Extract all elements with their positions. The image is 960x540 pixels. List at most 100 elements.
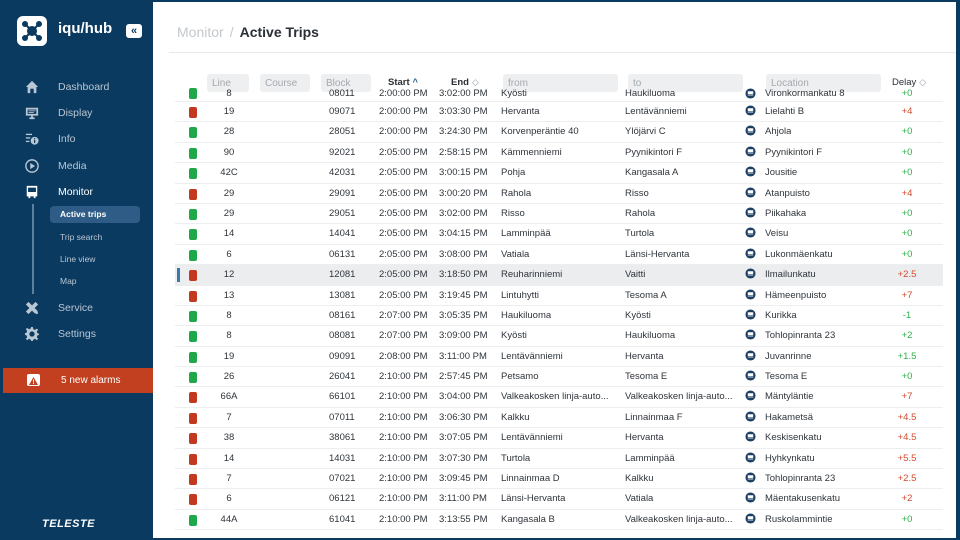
table-row[interactable]: 6 06131 2:05:00 PM 3:08:00 PM Vatiala Länsi-H… bbox=[175, 245, 943, 266]
location-cell: Hyhkynkatu bbox=[765, 452, 815, 464]
table-row[interactable]: 42C 42031 2:05:00 PM 3:00:15 PM Pohja Kangasa… bbox=[175, 163, 943, 184]
line-cell: 28 bbox=[223, 126, 235, 138]
status-indicator bbox=[189, 474, 197, 486]
table-row[interactable]: 14 14031 2:10:00 PM 3:07:30 PM Turtola Lammin… bbox=[175, 449, 943, 470]
sidebar-item-monitor[interactable]: Monitor bbox=[0, 181, 153, 203]
location-cell: Pyynikintori F bbox=[765, 146, 823, 158]
table-row[interactable]: 28 28051 2:00:00 PM 3:24:30 PM Korvenperänti… bbox=[175, 122, 943, 143]
table-row[interactable]: 19 09091 2:08:00 PM 3:11:00 PM Lentävänniemi… bbox=[175, 347, 943, 368]
from-cell: Länsi-Hervanta bbox=[501, 493, 566, 505]
location-cell: Atanpuisto bbox=[765, 187, 810, 199]
end-cell: 3:03:30 PM bbox=[439, 106, 488, 117]
status-indicator bbox=[189, 372, 197, 384]
delay-sort-header[interactable]: Delay ◇ bbox=[892, 77, 926, 88]
status-indicator bbox=[189, 351, 197, 363]
block-cell: 61041 bbox=[329, 513, 356, 525]
to-cell: Hervanta bbox=[625, 350, 664, 362]
table-row[interactable]: 13 13081 2:05:00 PM 3:19:45 PM Lintuhytti Tes… bbox=[175, 286, 943, 306]
table-row[interactable]: 8 08081 2:07:00 PM 3:09:00 PM Kyösti Haukiluo… bbox=[175, 326, 943, 347]
to-cell: Pyynikintori F bbox=[625, 146, 683, 158]
bus-stop-icon bbox=[745, 350, 756, 361]
sidebar-item-label: Settings bbox=[58, 328, 96, 340]
table-row[interactable]: 29 29091 2:05:00 PM 3:00:20 PM Rahola Risso At… bbox=[175, 184, 943, 204]
from-cell: Lentävänniemi bbox=[501, 432, 563, 444]
table-row[interactable]: 8 08011 2:00:00 PM 3:02:00 PM Kyösti Haukiluo… bbox=[175, 88, 943, 102]
to-cell: Vatiala bbox=[625, 493, 654, 505]
start-cell: 2:00:00 PM bbox=[379, 88, 428, 99]
course-filter-input[interactable] bbox=[260, 74, 310, 92]
from-cell: Vatiala bbox=[501, 248, 530, 260]
table-row[interactable]: 6 06121 2:10:00 PM 3:11:00 PM Länsi-Hervanta… bbox=[175, 489, 943, 510]
location-cell: Vironkormankatu 8 bbox=[765, 88, 845, 99]
end-cell: 3:02:00 PM bbox=[439, 207, 488, 219]
line-cell: 29 bbox=[223, 187, 235, 199]
to-cell: Valkeakosken linja-auto... bbox=[625, 513, 733, 525]
location-cell: Kurikka bbox=[765, 309, 797, 321]
end-cell: 3:02:00 PM bbox=[439, 88, 488, 99]
start-cell: 2:00:00 PM bbox=[379, 126, 428, 138]
table-row[interactable]: 7 07011 2:10:00 PM 3:06:30 PM Kalkku Linnainm… bbox=[175, 408, 943, 429]
sidebar-subitem-trip-search[interactable]: Trip search bbox=[50, 229, 140, 246]
end-cell: 3:07:30 PM bbox=[439, 452, 488, 464]
delay-cell: +4.5 bbox=[897, 411, 917, 423]
delay-cell: +0 bbox=[901, 88, 913, 99]
bus-stop-icon bbox=[745, 513, 756, 524]
block-cell: 66101 bbox=[329, 391, 356, 403]
end-sort-header[interactable]: End ◇ bbox=[451, 77, 479, 88]
table-row[interactable]: 12 12081 2:05:00 PM 3:18:50 PM Reuharinniemi… bbox=[175, 265, 943, 286]
end-cell: 3:00:20 PM bbox=[439, 187, 488, 199]
sidebar-subitem-map[interactable]: Map bbox=[50, 273, 140, 290]
sort-ascending-icon: ^ bbox=[412, 77, 418, 87]
from-cell: Petsamo bbox=[501, 371, 539, 383]
table-row[interactable]: 8 08161 2:07:00 PM 3:05:35 PM Haukiluoma Kyös… bbox=[175, 306, 943, 327]
start-cell: 2:05:00 PM bbox=[379, 269, 428, 281]
to-cell: Vaitti bbox=[625, 269, 646, 281]
sidebar-item-info[interactable]: Info bbox=[0, 128, 153, 150]
bus-stop-icon bbox=[745, 411, 756, 422]
status-indicator bbox=[189, 392, 197, 404]
table-row[interactable]: 29 29051 2:05:00 PM 3:02:00 PM Risso Rahola Pi… bbox=[175, 204, 943, 225]
table-row[interactable]: 38 38061 2:10:00 PM 3:07:05 PM Lentävänniemi… bbox=[175, 428, 943, 449]
sidebar-item-settings[interactable]: Settings bbox=[0, 323, 153, 345]
status-indicator bbox=[189, 249, 197, 261]
location-cell: Lukonmäenkatu bbox=[765, 248, 833, 260]
sidebar-subitem-line-view[interactable]: Line view bbox=[50, 251, 140, 268]
location-cell: Keskisenkatu bbox=[765, 432, 822, 444]
from-cell: Lamminpää bbox=[501, 228, 551, 240]
line-cell: 8 bbox=[226, 330, 232, 342]
start-sort-header[interactable]: Start ^ bbox=[388, 77, 418, 88]
table-row[interactable]: 7 07021 2:10:00 PM 3:09:45 PM Linnainmaa D Ka… bbox=[175, 469, 943, 490]
table-row[interactable]: 66A 66101 2:10:00 PM 3:04:00 PM Valkeakosken… bbox=[175, 387, 943, 408]
to-cell: Risso bbox=[625, 187, 649, 199]
selected-row-marker bbox=[177, 268, 180, 283]
table-row[interactable]: 44A 61041 2:10:00 PM 3:13:55 PM Kangasala B V… bbox=[175, 510, 943, 531]
logo-icon[interactable] bbox=[17, 16, 47, 46]
delay-cell: +0 bbox=[901, 126, 913, 138]
sidebar-subitem-active-trips[interactable]: Active trips bbox=[50, 206, 140, 223]
table-row[interactable]: 19 09071 2:00:00 PM 3:03:30 PM Hervanta Lentä… bbox=[175, 102, 943, 123]
from-cell: Kämmenniemi bbox=[501, 146, 562, 158]
warning-icon bbox=[27, 374, 40, 386]
bus-stop-icon bbox=[745, 288, 756, 300]
table-row[interactable]: 14 14041 2:05:00 PM 3:04:15 PM Lamminpää Turt… bbox=[175, 224, 943, 245]
from-cell: Kalkku bbox=[501, 411, 530, 423]
start-cell: 2:05:00 PM bbox=[379, 207, 428, 219]
to-cell: Haukiluoma bbox=[625, 88, 676, 99]
table-row[interactable]: 90 92021 2:05:00 PM 2:58:15 PM Kämmenniemi Py… bbox=[175, 143, 943, 164]
to-cell: Rahola bbox=[625, 207, 656, 219]
sidebar-item-service[interactable]: Service bbox=[0, 297, 153, 319]
status-indicator bbox=[189, 290, 197, 302]
end-cell: 3:09:45 PM bbox=[439, 473, 488, 485]
start-cell: 2:10:00 PM bbox=[379, 513, 428, 525]
sidebar-item-media[interactable]: Media bbox=[0, 155, 153, 177]
sidebar-item-display[interactable]: Display bbox=[0, 102, 153, 124]
table-row[interactable]: 26 26041 2:10:00 PM 2:57:45 PM Petsamo Tesoma… bbox=[175, 367, 943, 388]
from-cell: Haukiluoma bbox=[501, 309, 552, 321]
collapse-sidebar-button[interactable]: « bbox=[126, 24, 142, 38]
alarms-banner[interactable]: 5 new alarms bbox=[3, 368, 153, 393]
location-cell: Tesoma E bbox=[765, 371, 808, 383]
breadcrumb-parent[interactable]: Monitor bbox=[177, 24, 224, 40]
location-cell: Mäentakusenkatu bbox=[765, 493, 840, 505]
sidebar-item-dashboard[interactable]: Dashboard bbox=[0, 76, 153, 98]
from-cell: Pohja bbox=[501, 167, 526, 179]
